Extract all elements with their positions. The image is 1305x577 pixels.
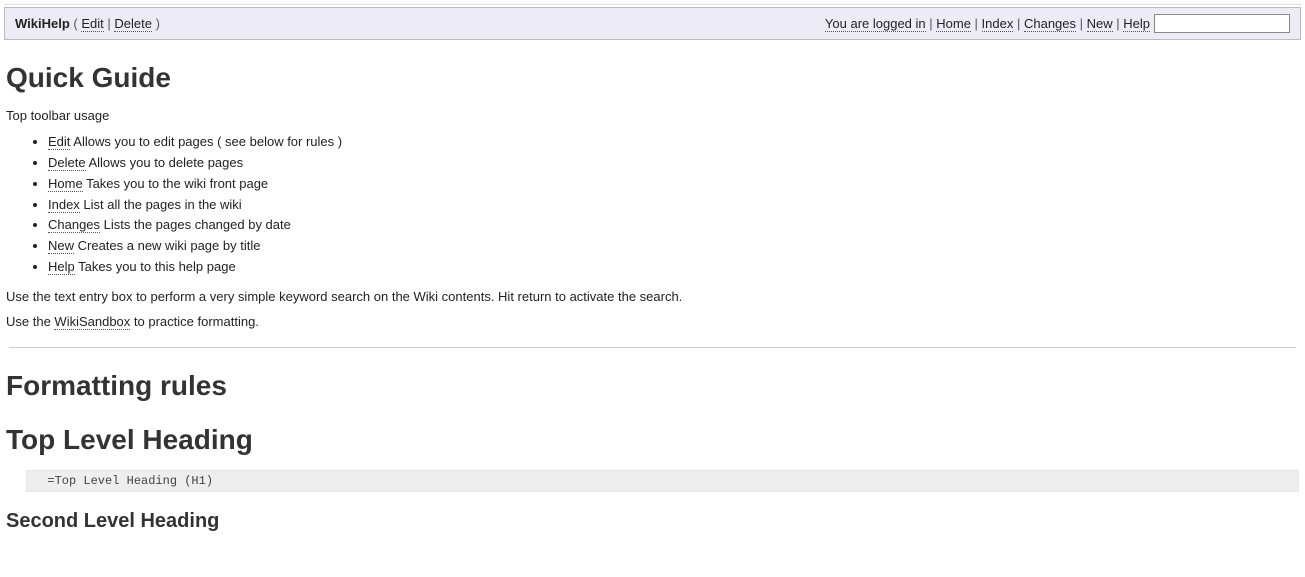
logged-in-link[interactable]: You are logged in	[825, 16, 926, 32]
new-link[interactable]: New	[1087, 16, 1113, 32]
li-delete-link[interactable]: Delete	[48, 155, 86, 171]
home-link[interactable]: Home	[936, 16, 971, 32]
toolbar-usage-list: Edit Allows you to edit pages ( see belo…	[6, 133, 1299, 277]
toolbar-intro: Top toolbar usage	[6, 108, 1299, 123]
wikisandbox-link[interactable]: WikiSandbox	[54, 314, 130, 330]
list-item: New Creates a new wiki page by title	[48, 237, 1299, 256]
list-item: Changes Lists the pages changed by date	[48, 216, 1299, 235]
top-toolbar: WikiHelp ( Edit | Delete ) You are logge…	[4, 7, 1301, 40]
list-item: Home Takes you to the wiki front page	[48, 175, 1299, 194]
search-hint: Use the text entry box to perform a very…	[6, 289, 1299, 304]
index-link[interactable]: Index	[982, 16, 1014, 32]
delete-link[interactable]: Delete	[114, 16, 152, 32]
list-item: Help Takes you to this help page	[48, 258, 1299, 277]
divider	[9, 347, 1296, 348]
li-new-link[interactable]: New	[48, 238, 74, 254]
li-index-link[interactable]: Index	[48, 197, 80, 213]
list-item: Index List all the pages in the wiki	[48, 196, 1299, 215]
li-changes-link[interactable]: Changes	[48, 217, 100, 233]
page-name: WikiHelp	[15, 16, 70, 31]
li-edit-link[interactable]: Edit	[48, 134, 70, 150]
list-item: Delete Allows you to delete pages	[48, 154, 1299, 173]
li-help-link[interactable]: Help	[48, 259, 75, 275]
toolbar-left: WikiHelp ( Edit | Delete )	[15, 16, 160, 31]
sandbox-hint: Use the WikiSandbox to practice formatti…	[6, 314, 1299, 329]
toolbar-right: You are logged in | Home | Index | Chang…	[825, 14, 1290, 33]
search-input[interactable]	[1154, 14, 1290, 33]
heading-top-level: Top Level Heading	[6, 424, 1299, 456]
help-link[interactable]: Help	[1123, 16, 1150, 32]
changes-link[interactable]: Changes	[1024, 16, 1076, 32]
heading-second-level: Second Level Heading	[6, 510, 1299, 533]
heading-quick-guide: Quick Guide	[6, 62, 1299, 94]
list-item: Edit Allows you to edit pages ( see belo…	[48, 133, 1299, 152]
heading-formatting-rules: Formatting rules	[6, 370, 1299, 402]
li-home-link[interactable]: Home	[48, 176, 83, 192]
edit-link[interactable]: Edit	[81, 16, 103, 32]
code-h1-example: =Top Level Heading (H1)	[26, 470, 1299, 492]
